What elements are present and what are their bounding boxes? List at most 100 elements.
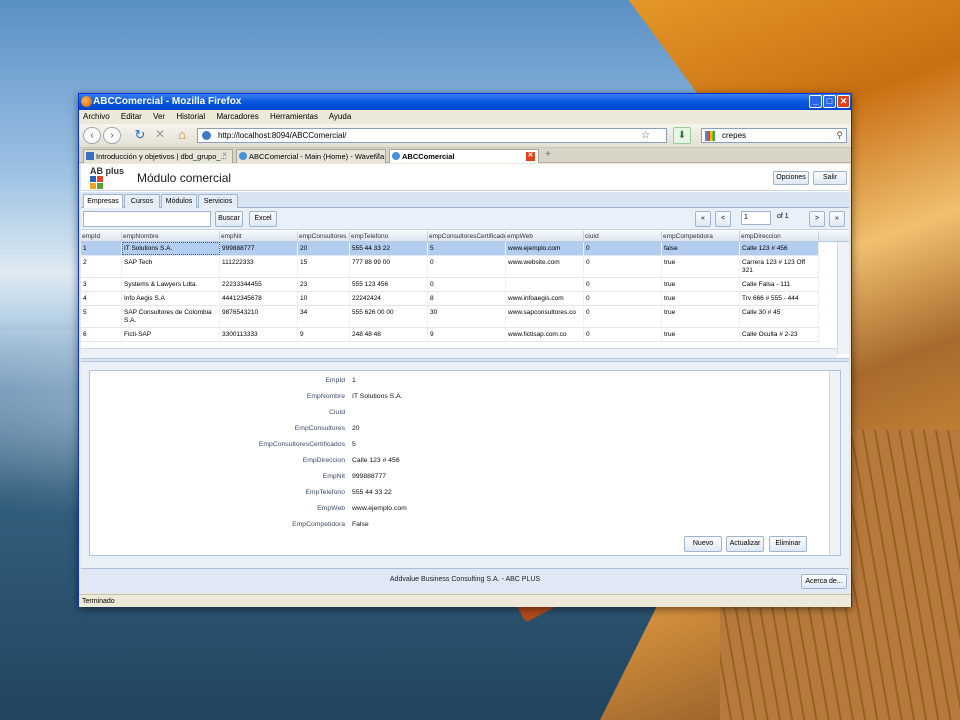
browser-tab-1[interactable]: Introducción y objetivos | dbd_grupo_...… xyxy=(83,149,233,163)
browser-tab-label: ABCComercial xyxy=(402,152,455,161)
forward-button[interactable]: › xyxy=(103,127,121,144)
menu-historial[interactable]: Historial xyxy=(176,112,205,121)
detail-field-label: EmpConsultores xyxy=(294,425,345,432)
stop-icon[interactable]: ✕ xyxy=(151,127,169,144)
table-cell: true xyxy=(662,278,740,291)
status-bar: Terminado xyxy=(79,594,851,607)
browser-tab-2[interactable]: ABCComercial - Main (Home) - WaveMa... ✕ xyxy=(236,149,386,163)
menu-archivo[interactable]: Archivo xyxy=(83,112,110,121)
tab-close-icon[interactable]: ✕ xyxy=(220,152,229,161)
opciones-button[interactable]: Opciones xyxy=(773,171,809,185)
detail-panel: EmpId 1 EmpNombre IT Solutions S.A. CiuId Emp… xyxy=(89,370,841,556)
new-tab-icon[interactable]: + xyxy=(545,149,551,160)
search-icon[interactable]: ⚲ xyxy=(836,129,843,142)
tab-close-icon[interactable]: ✕ xyxy=(526,152,535,161)
salir-button[interactable]: Salir xyxy=(813,171,847,185)
table-cell: 0 xyxy=(584,292,662,305)
column-header[interactable]: empWeb xyxy=(506,231,584,242)
table-cell: 0 xyxy=(584,278,662,291)
table-cell: true xyxy=(662,256,740,277)
buscar-button[interactable]: Buscar xyxy=(215,211,243,227)
url-bar[interactable]: http://localhost:8094/ABCComercial/ ☆ xyxy=(197,128,667,143)
detail-field: EmpConsultores 20 xyxy=(90,423,830,435)
detail-field-label: EmpCompetidora xyxy=(292,521,345,528)
grid-vertical-scrollbar[interactable] xyxy=(837,242,849,354)
empresas-grid: empId empNombre empNit empConsultores empTel… xyxy=(81,231,849,358)
column-header[interactable]: empDireccion xyxy=(740,231,819,242)
menu-herramientas[interactable]: Herramientas xyxy=(270,112,318,121)
browser-tab-strip: Introducción y objetivos | dbd_grupo_...… xyxy=(79,148,851,163)
excel-button[interactable]: Excel xyxy=(249,211,277,227)
tab-close-icon[interactable]: ✕ xyxy=(373,152,382,161)
app-footer: Addvalue Business Consulting S.A. - ABC … xyxy=(81,568,849,593)
actualizar-button[interactable]: Actualizar xyxy=(726,536,764,552)
first-page-button[interactable]: « xyxy=(695,211,711,227)
download-icon[interactable]: ⬇ xyxy=(673,127,691,144)
table-cell xyxy=(506,278,584,291)
column-header[interactable]: empConsultores xyxy=(298,231,350,242)
logo-square xyxy=(97,183,103,189)
nuevo-button[interactable]: Nuevo xyxy=(684,536,722,552)
next-page-button[interactable]: > xyxy=(809,211,825,227)
page-count: of 1 xyxy=(777,213,789,220)
back-button[interactable]: ‹ xyxy=(83,127,101,144)
tab-empresas[interactable]: Empresas xyxy=(83,194,123,209)
column-header[interactable]: ciuId xyxy=(584,231,662,242)
table-cell: 0 xyxy=(584,256,662,277)
tab-servicios[interactable]: Servicios xyxy=(198,194,238,208)
column-header[interactable]: empId xyxy=(81,231,122,242)
detail-field-value: 555 44 33 22 xyxy=(352,489,392,496)
table-cell: Carrera 123 # 123 Off 321 xyxy=(740,256,819,277)
menu-marcadores[interactable]: Marcadores xyxy=(216,112,258,121)
column-header[interactable]: empCompetidora xyxy=(662,231,740,242)
home-icon[interactable]: ⌂ xyxy=(173,127,191,144)
table-row[interactable]: 3 Systems & Lawyers Ldta. 22233344455 23 555… xyxy=(81,278,819,292)
column-header[interactable]: empTelefono xyxy=(350,231,428,242)
table-row[interactable]: 5 SAP Consultores de Colombia S.A. 9876543… xyxy=(81,306,819,328)
menu-ayuda[interactable]: Ayuda xyxy=(329,112,352,121)
column-header[interactable]: empNombre xyxy=(122,231,220,242)
navigation-toolbar: ‹ › ↻ ✕ ⌂ http://localhost:8094/ABCComer… xyxy=(79,124,851,148)
table-cell: 555 44 33 22 xyxy=(350,242,428,255)
menu-editar[interactable]: Editar xyxy=(121,112,142,121)
bookmark-star-icon[interactable]: ☆ xyxy=(641,129,650,142)
detail-scrollbar[interactable] xyxy=(829,371,840,555)
page-favicon-icon xyxy=(392,152,400,160)
table-cell: 999888777 xyxy=(220,242,298,255)
browser-tab-3[interactable]: ABCComercial ✕ xyxy=(389,149,539,163)
table-cell: 9876543210 xyxy=(220,306,298,327)
eliminar-button[interactable]: Eliminar xyxy=(769,536,807,552)
close-button[interactable]: ✕ xyxy=(837,95,850,108)
table-row[interactable]: 4 Info Aegis S.A 44412345678 10 22242424 8 www… xyxy=(81,292,819,306)
menu-ver[interactable]: Ver xyxy=(153,112,165,121)
last-page-button[interactable]: » xyxy=(829,211,845,227)
table-cell: 0 xyxy=(428,256,506,277)
reload-icon[interactable]: ↻ xyxy=(131,127,149,144)
title-bar[interactable]: ABCComercial - Mozilla Firefox _ □ ✕ xyxy=(79,94,851,110)
search-bar[interactable]: crepes ⚲ xyxy=(701,128,847,143)
tab-modulos[interactable]: Módulos xyxy=(161,194,197,208)
page-number-input[interactable]: 1 xyxy=(741,211,771,225)
maximize-button[interactable]: □ xyxy=(823,95,836,108)
acerca-button[interactable]: Acerca de... xyxy=(801,574,847,589)
logo-square xyxy=(90,176,96,182)
detail-field: EmpWeb www.ejemplo.com xyxy=(90,503,830,515)
search-input[interactable] xyxy=(83,211,211,227)
grid-horizontal-scrollbar[interactable] xyxy=(81,348,837,358)
detail-field-value: 5 xyxy=(352,441,356,448)
table-cell: 3 xyxy=(81,278,122,291)
table-row[interactable]: 2 SAP Tech 111222333 15 777 88 99 00 0 www.web… xyxy=(81,256,819,278)
prev-page-button[interactable]: < xyxy=(715,211,731,227)
table-cell: 2 xyxy=(81,256,122,277)
tab-cursos[interactable]: Cursos xyxy=(124,194,160,208)
table-cell: 777 88 99 00 xyxy=(350,256,428,277)
table-row[interactable]: 1 IT Solutions S.A. 999888777 20 555 44 33 2… xyxy=(81,242,819,256)
column-header[interactable]: empNit xyxy=(220,231,298,242)
minimize-button[interactable]: _ xyxy=(809,95,822,108)
detail-field: EmpNit 999888777 xyxy=(90,471,830,483)
table-cell: 111222333 xyxy=(220,256,298,277)
column-header[interactable]: empConsultoresCertificados xyxy=(428,231,506,242)
abc-plus-logo: AB plus xyxy=(90,166,124,189)
table-row[interactable]: 6 Ficti-SAP 3300113333 9 248 48 48 9 www.ficti… xyxy=(81,328,819,342)
table-cell: true xyxy=(662,292,740,305)
